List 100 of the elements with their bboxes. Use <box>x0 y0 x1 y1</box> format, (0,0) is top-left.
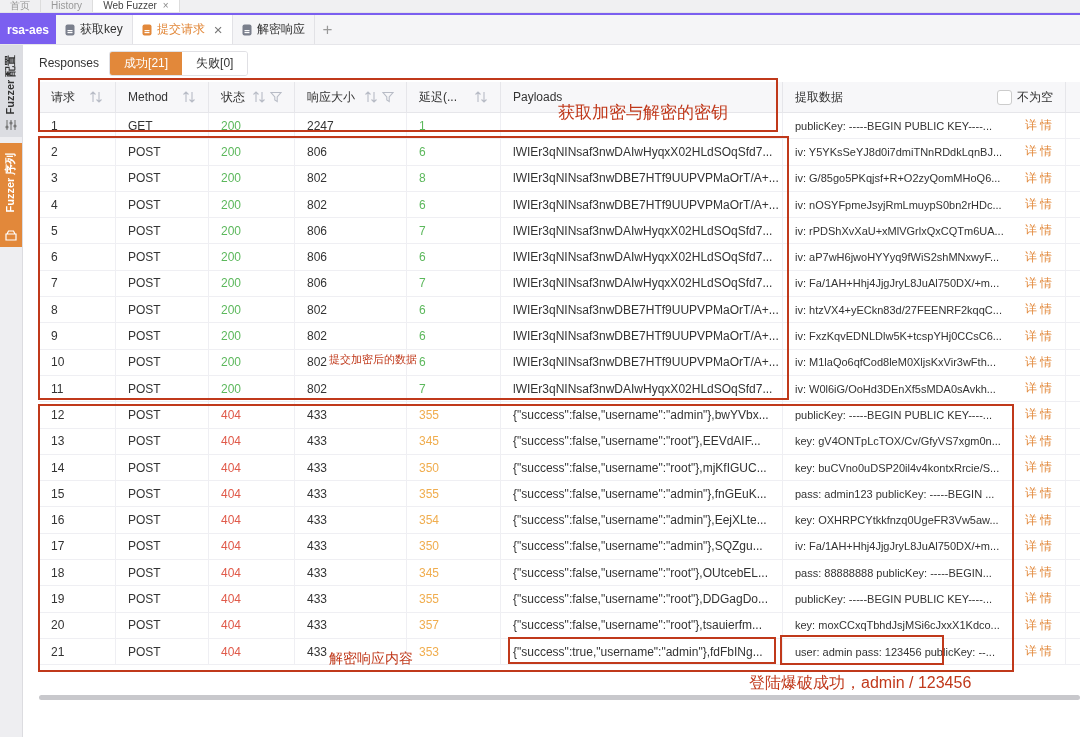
table-cell: POST <box>116 165 209 192</box>
table-cell: iv: W0l6iG/OoHd3DEnXf5sMDA0sAvkh... <box>783 375 1019 403</box>
request-tab[interactable]: 获取key <box>56 15 133 44</box>
details-link[interactable]: 详 情 <box>1019 165 1066 192</box>
sliders-icon <box>5 119 17 131</box>
table-cell: 433 <box>295 560 407 587</box>
table-cell: iv: rPDShXvXaU+xMlVGrlxQxCQTm6UA... <box>783 218 1019 245</box>
details-link[interactable]: 详 情 <box>1019 191 1066 219</box>
table-cell: lWIEr3qNINsaf3nwDBE7HTf9UUPVPMaOrT/A+... <box>501 323 783 350</box>
details-link[interactable]: 详 情 <box>1019 323 1066 350</box>
sort-icon[interactable] <box>89 91 103 103</box>
table-cell: iv: aP7wH6jwoHYYyq9fWiS2shMNxwyF... <box>783 244 1019 271</box>
status-cell: 404 <box>209 507 295 534</box>
scrollbar[interactable] <box>39 695 1080 701</box>
table-cell: POST <box>116 454 209 482</box>
table-cell: 8 <box>39 297 116 324</box>
table-cell: lWIEr3qNINsaf3nwDAIwHyqxX02HLdSOqSfd7... <box>501 244 783 271</box>
details-link[interactable]: 详 情 <box>1019 507 1066 534</box>
details-link[interactable]: 详 情 <box>1019 113 1066 140</box>
table-cell: pass: admin123 publicKey: -----BEGIN ... <box>783 481 1019 508</box>
details-link[interactable]: 详 情 <box>1019 454 1066 482</box>
checkbox[interactable] <box>997 89 1012 105</box>
details-link[interactable]: 详 情 <box>1019 533 1066 561</box>
details-link[interactable]: 详 情 <box>1019 402 1066 429</box>
table-cell: {"success":false,"username":"root"},OUtcebEL... <box>501 560 783 587</box>
details-link[interactable]: 详 情 <box>1019 612 1066 639</box>
delay-cell: 8 <box>407 165 501 192</box>
table-cell: POST <box>116 139 209 166</box>
column-title: Method <box>128 90 170 104</box>
table-cell: 2247 <box>295 113 407 140</box>
details-link[interactable]: 详 情 <box>1019 428 1066 455</box>
sort-icon[interactable] <box>474 91 488 103</box>
window-tab[interactable]: 首页 <box>0 0 41 12</box>
annotation-label: 获取加密与解密的密钥 <box>558 104 728 121</box>
table-cell: 802 <box>295 297 407 324</box>
window-tab[interactable]: Web Fuzzer × <box>93 0 180 12</box>
status-cell: 404 <box>209 560 295 587</box>
sort-icon[interactable] <box>252 91 266 103</box>
status-cell: 404 <box>209 454 295 482</box>
filter-segment[interactable]: 成功[21] <box>110 51 183 75</box>
table-cell: POST <box>116 375 209 403</box>
table-cell: 17 <box>39 533 116 561</box>
details-link[interactable]: 详 情 <box>1019 481 1066 508</box>
table-cell: 20 <box>39 612 116 639</box>
filter-icon[interactable] <box>382 91 394 103</box>
status-cell: 404 <box>209 402 295 429</box>
table-cell: iv: Fa/1AH+Hhj4JjgJryL8JuAl750DX/+m... <box>783 270 1019 298</box>
sort-icon[interactable] <box>364 91 378 103</box>
table-cell: 802 <box>295 375 407 403</box>
status-cell: 200 <box>209 113 295 140</box>
delay-cell: 350 <box>407 454 501 482</box>
delay-cell: 7 <box>407 218 501 245</box>
table-cell: 433 <box>295 507 407 534</box>
delay-cell: 345 <box>407 560 501 587</box>
status-cell: 200 <box>209 218 295 245</box>
table-cell: 433 <box>295 481 407 508</box>
table-cell: 3 <box>39 165 116 192</box>
details-link[interactable]: 详 情 <box>1019 375 1066 403</box>
details-link[interactable]: 详 情 <box>1019 139 1066 166</box>
table-cell: iv: G/85go5PKqjsf+R+O2zyQomMHoQ6... <box>783 165 1019 192</box>
table-cell: {"success":false,"username":"admin"},bwYVbx... <box>501 402 783 429</box>
details-link[interactable]: 详 情 <box>1019 244 1066 271</box>
sort-icon[interactable] <box>182 91 196 103</box>
sidebar-tab[interactable]: Fuzzer 配置 <box>0 45 22 137</box>
table-cell: POST <box>116 244 209 271</box>
status-cell: 200 <box>209 297 295 324</box>
table-cell: {"success":false,"username":"admin"},fnGEuK... <box>501 481 783 508</box>
add-tab-button[interactable]: + <box>314 15 341 44</box>
request-tab[interactable]: 提交请求 × <box>132 15 233 44</box>
details-link[interactable]: 详 情 <box>1019 586 1066 613</box>
status-cell: 404 <box>209 638 295 666</box>
table-cell: {"success":false,"username":"admin"},SQZgu... <box>501 533 783 561</box>
responses-label: Responses <box>39 56 100 70</box>
details-link[interactable]: 详 情 <box>1019 218 1066 245</box>
request-tab[interactable]: 解密响应 <box>232 15 315 44</box>
delay-cell: 350 <box>407 533 501 561</box>
table-cell: POST <box>116 191 209 219</box>
details-link[interactable]: 详 情 <box>1019 270 1066 298</box>
sidebar-tab[interactable]: Fuzzer 序列 <box>0 143 22 247</box>
delay-cell: 6 <box>407 244 501 271</box>
document-icon <box>141 23 152 36</box>
table-cell: POST <box>116 586 209 613</box>
column-title: 响应大小 <box>307 88 356 106</box>
table-cell: POST <box>116 218 209 245</box>
table-cell: 806 <box>295 244 407 271</box>
table-cell: POST <box>116 533 209 561</box>
table-cell: POST <box>116 402 209 429</box>
status-cell: 404 <box>209 612 295 639</box>
delay-cell: 355 <box>407 402 501 429</box>
table-cell: POST <box>116 349 209 376</box>
column-title: Payloads <box>513 90 564 104</box>
table-cell: 14 <box>39 454 116 482</box>
details-link[interactable]: 详 情 <box>1019 349 1066 376</box>
delay-cell: 355 <box>407 586 501 613</box>
details-link[interactable]: 详 情 <box>1019 638 1066 666</box>
delay-cell: 355 <box>407 481 501 508</box>
details-link[interactable]: 详 情 <box>1019 297 1066 324</box>
table-cell: 806 <box>295 270 407 298</box>
filter-icon[interactable] <box>270 91 282 103</box>
details-link[interactable]: 详 情 <box>1019 560 1066 587</box>
